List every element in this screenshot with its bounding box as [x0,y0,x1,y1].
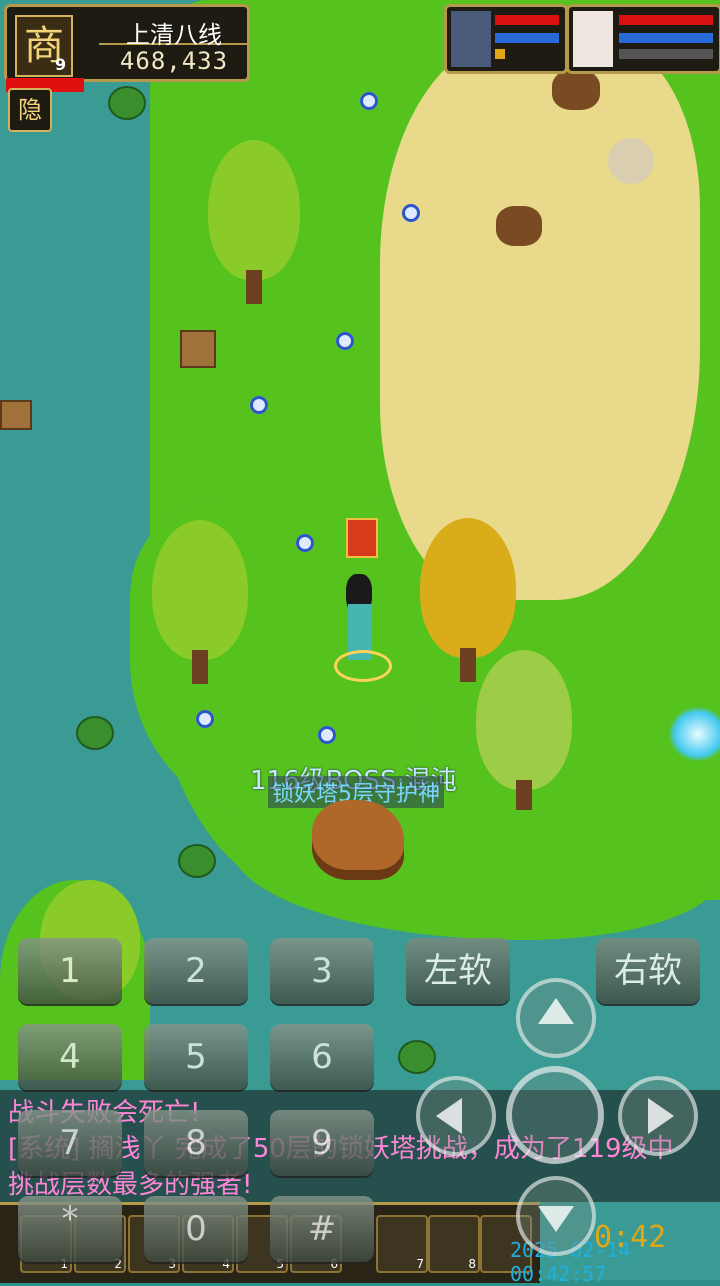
party-member-player[interactable] [566,4,720,74]
green-tree [208,140,300,280]
green-tree [476,650,572,790]
arrow-up-icon [538,998,574,1024]
portal-swirl[interactable] [668,706,720,762]
lily-pad [76,716,114,750]
key-5[interactable]: 5 [144,1024,248,1090]
key-7[interactable]: 7 [18,1110,122,1176]
arrow-down-icon [538,1206,574,1232]
key-hash[interactable]: # [270,1196,374,1262]
rocks [608,138,654,184]
blue-flower [336,332,354,350]
lily-pad [108,86,146,120]
lily-pad [178,844,216,878]
player-portrait [573,11,613,67]
key-2[interactable]: 2 [144,938,248,1004]
pet-hp-bar [495,15,559,25]
player-status-panel[interactable]: 商 9 上清八线 468,433 [4,4,250,82]
tree-trunk [246,270,262,304]
blue-flower [360,92,378,110]
blue-flower [318,726,336,744]
sand-path [380,40,700,600]
green-tree [152,520,248,660]
slot-number: 8 [468,1257,476,1271]
yellow-tree [420,518,516,658]
key-star[interactable]: * [18,1196,122,1262]
key-3[interactable]: 3 [270,938,374,1004]
gold-amount: 468,433 [119,47,229,75]
key-9[interactable]: 9 [270,1110,374,1176]
player-aura [334,650,392,682]
blue-flower [196,710,214,728]
party-member-pet[interactable] [444,4,568,74]
key-4[interactable]: 4 [18,1024,122,1090]
dpad-center[interactable] [506,1066,604,1164]
toolbar-slot-team[interactable]: 8 [428,1215,480,1273]
tree-trunk [516,780,532,810]
toolbar-slot-flag[interactable]: 7 [376,1215,428,1273]
pet-mp-bar [495,33,559,43]
boat[interactable] [0,400,32,430]
dead-bush [552,70,600,110]
dpad-up[interactable] [516,978,596,1058]
player-portrait-hp-bar [619,15,713,25]
dpad-right[interactable] [618,1076,698,1156]
key-8[interactable]: 8 [144,1110,248,1176]
lily-pad [398,1040,436,1074]
dead-bush [496,206,542,246]
hide-ui-button[interactable]: 隐 [8,88,52,132]
player-character[interactable] [334,574,392,684]
blue-flower [250,396,268,414]
pet-portrait [451,11,491,67]
key-0[interactable]: 0 [144,1196,248,1262]
key-6[interactable]: 6 [270,1024,374,1090]
tree-trunk [192,650,208,684]
pet-exp-bar [495,49,505,59]
blue-flower [402,204,420,222]
boss-tiger[interactable] [312,800,404,880]
slot-number: 7 [416,1257,424,1271]
blue-flower [296,534,314,552]
player-guild-banner [346,518,378,558]
player-portrait-exp-bar [619,49,713,59]
tree-trunk [460,648,476,682]
dpad-down[interactable] [516,1176,596,1256]
key-1[interactable]: 1 [18,938,122,1004]
arrow-right-icon [648,1098,674,1134]
arrow-left-icon [436,1098,462,1134]
dpad-left[interactable] [416,1076,496,1156]
left-soft-key[interactable]: 左软 [406,938,510,1004]
right-soft-key[interactable]: 右软 [596,938,700,1004]
player-level: 9 [55,55,67,74]
server-line-label: 上清八线 [99,15,249,49]
wooden-signpost[interactable] [180,330,216,368]
player-portrait-mp-bar [619,33,713,43]
